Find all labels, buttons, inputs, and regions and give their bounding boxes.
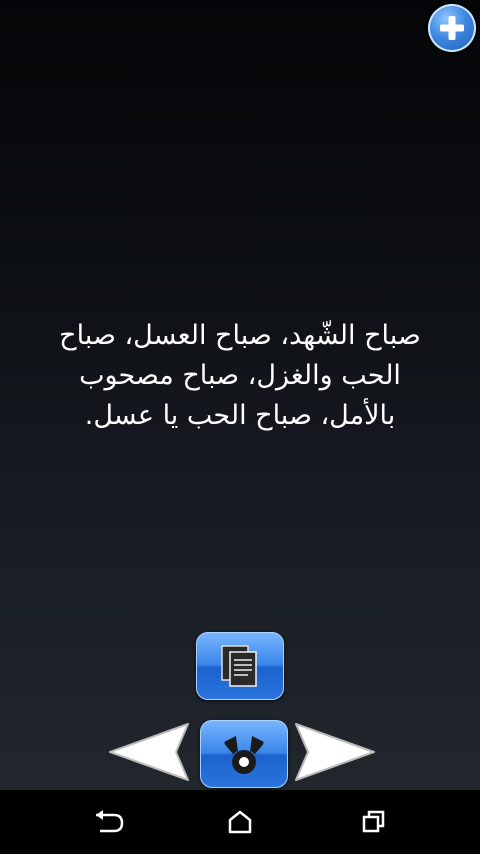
share-icon — [224, 736, 264, 774]
copy-button[interactable] — [196, 632, 284, 700]
nav-home-button[interactable] — [192, 790, 288, 854]
back-icon — [96, 810, 124, 833]
right-arrow-icon — [295, 723, 375, 781]
next-button[interactable] — [292, 720, 378, 784]
add-button[interactable] — [428, 4, 476, 52]
previous-button[interactable] — [106, 720, 192, 784]
plus-icon — [440, 16, 464, 40]
home-icon — [228, 810, 252, 834]
quote-text: صباح الشّهد، صباح العسل، صباح الحب والغز… — [59, 320, 421, 431]
system-navigation-bar — [0, 790, 480, 854]
share-button[interactable] — [200, 720, 288, 788]
left-arrow-icon — [109, 723, 189, 781]
nav-back-button[interactable] — [58, 790, 154, 854]
nav-recent-apps-button[interactable] — [326, 790, 422, 854]
copy-pages-icon — [221, 645, 257, 687]
recent-apps-icon — [362, 810, 385, 833]
app-screen: صباح الشّهد، صباح العسل، صباح الحب والغز… — [0, 0, 480, 790]
